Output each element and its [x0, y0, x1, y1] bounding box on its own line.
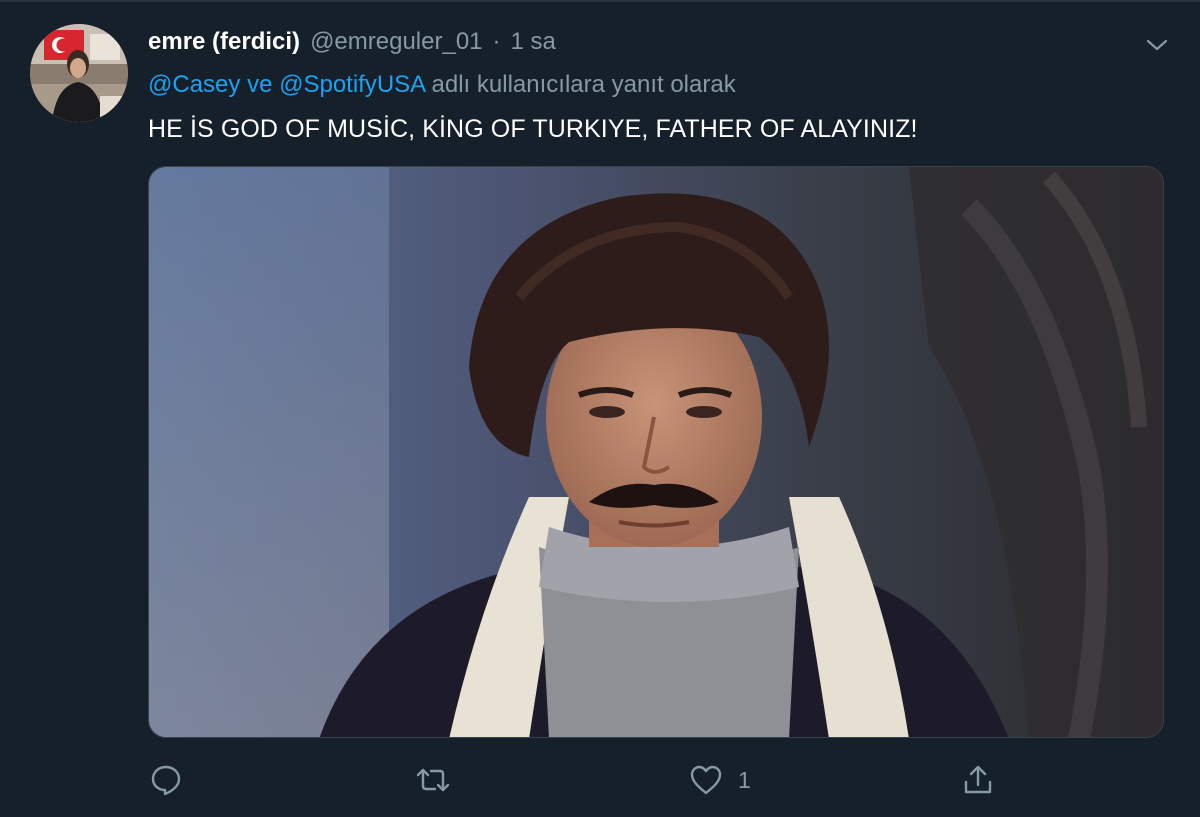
user-avatar[interactable] [30, 24, 128, 122]
tweet-card[interactable]: emre (ferdici) @emreguler_01 · 1 sa @Cas… [0, 0, 1200, 817]
retweet-button[interactable] [414, 760, 452, 800]
heart-icon [688, 762, 724, 798]
tweet-header: emre (ferdici) @emreguler_01 · 1 sa [148, 28, 556, 56]
timestamp[interactable]: 1 sa [511, 28, 556, 56]
share-button[interactable] [960, 760, 996, 800]
replying-to-line: @Casey ve @SpotifyUSA adlı kullanıcılara… [148, 71, 736, 99]
mention-casey[interactable]: @Casey [148, 71, 240, 98]
like-button[interactable]: 1 [688, 760, 751, 800]
tweet-text: HE İS GOD OF MUSİC, KİNG OF TURKIYE, FAT… [148, 115, 918, 143]
replying-to-suffix: adlı kullanıcılara yanıt olarak [431, 71, 736, 98]
chevron-down-icon[interactable] [1144, 32, 1170, 58]
mention-connector[interactable]: ve [247, 71, 272, 98]
mention-spotifyusa[interactable]: @SpotifyUSA [279, 71, 425, 98]
tweet-media-image[interactable] [148, 166, 1164, 738]
like-count: 1 [738, 766, 751, 793]
display-name[interactable]: emre (ferdici) [148, 28, 300, 56]
reply-button[interactable] [148, 760, 184, 800]
comment-icon [148, 762, 184, 798]
retweet-icon [414, 762, 452, 798]
separator-dot: · [492, 28, 501, 55]
share-icon [960, 762, 996, 798]
tweet-actions: 1 [148, 760, 1008, 800]
user-handle[interactable]: @emreguler_01 [310, 28, 482, 56]
